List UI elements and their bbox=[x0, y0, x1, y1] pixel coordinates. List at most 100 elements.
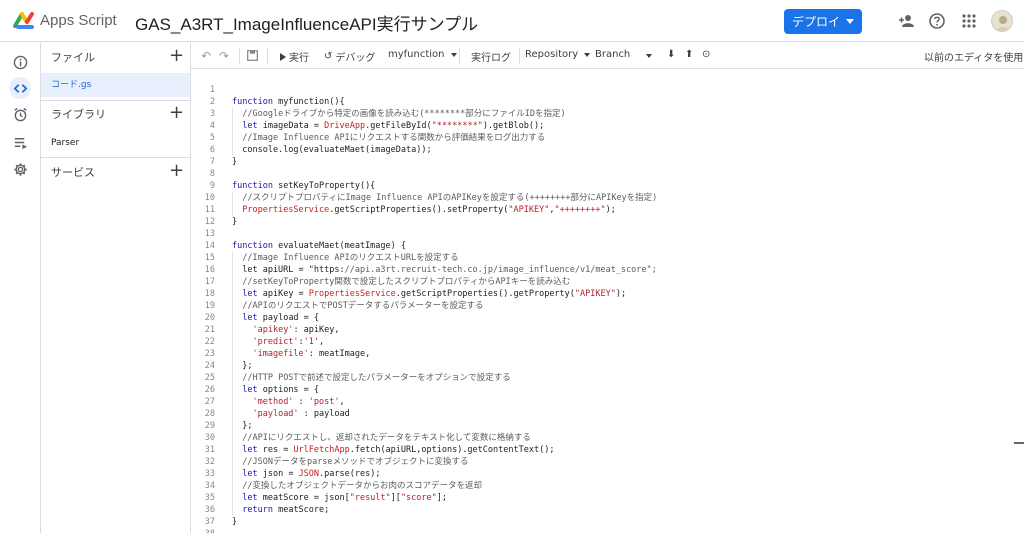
account-avatar[interactable] bbox=[991, 10, 1013, 32]
code-line[interactable]: 16 let apiURL = "https://api.a3rt.recrui… bbox=[191, 264, 1024, 276]
code-line[interactable]: 15 //Image Influence APIのリクエストURLを設定する bbox=[191, 252, 1024, 264]
line-number: 2 bbox=[209, 97, 215, 107]
line-number: 5 bbox=[209, 133, 215, 143]
execution-log-button[interactable]: 実行ログ bbox=[471, 49, 511, 64]
executions-icon[interactable] bbox=[9, 131, 31, 153]
code-text: return meatScore; bbox=[242, 505, 330, 515]
code-line[interactable]: 21 'apikey': apiKey, bbox=[191, 324, 1024, 336]
debug-icon: ↺ bbox=[324, 51, 333, 62]
deploy-button-label: デプロイ bbox=[791, 15, 840, 29]
code-line[interactable]: 26 let options = { bbox=[191, 384, 1024, 396]
code-line[interactable]: 1 bbox=[191, 84, 1024, 96]
code-text: 'imagefile': meatImage, bbox=[252, 349, 371, 359]
code-line[interactable]: 6 console.log(evaluateMaet(imageData)); bbox=[191, 144, 1024, 156]
code-line[interactable]: 35 let meatScore = json["result"]["score… bbox=[191, 492, 1024, 504]
services-section-header: サービス + bbox=[41, 160, 191, 184]
code-line[interactable]: 38 bbox=[191, 528, 1024, 533]
line-number: 14 bbox=[204, 241, 215, 251]
code-line[interactable]: 2 function myfunction(){ bbox=[191, 96, 1024, 108]
code-editor[interactable]: 1 2 function myfunction(){3 //Googleドライブから… bbox=[191, 84, 1024, 533]
code-line[interactable]: 3 //Googleドライブから特定の画像を読み込む(********部分にファ… bbox=[191, 108, 1024, 120]
push-icon[interactable]: ⬆ bbox=[685, 49, 693, 60]
code-text: } bbox=[232, 517, 238, 527]
line-number: 26 bbox=[204, 385, 215, 395]
line-number: 37 bbox=[204, 517, 215, 527]
code-line[interactable]: 27 'method' : 'post', bbox=[191, 396, 1024, 408]
add-library-button[interactable]: + bbox=[169, 102, 184, 124]
code-text: function myfunction(){ bbox=[232, 97, 345, 107]
branch-dropdown-icon[interactable] bbox=[646, 54, 652, 58]
code-line[interactable]: 9 function setKeyToProperty(){ bbox=[191, 180, 1024, 192]
add-file-button[interactable]: + bbox=[169, 45, 184, 67]
code-line[interactable]: 12} bbox=[191, 216, 1024, 228]
pull-icon[interactable]: ⬇ bbox=[667, 49, 675, 60]
code-line[interactable]: 4 let imageData = DriveApp.getFileById("… bbox=[191, 120, 1024, 132]
line-number: 3 bbox=[209, 109, 215, 119]
code-line[interactable]: 28 'payload' : payload bbox=[191, 408, 1024, 420]
code-line[interactable]: 24 }; bbox=[191, 360, 1024, 372]
code-text: let res = UrlFetchApp.fetch(apiURL,optio… bbox=[242, 445, 555, 455]
redo-icon[interactable]: ↷ bbox=[219, 49, 229, 63]
line-number: 10 bbox=[204, 193, 215, 203]
code-text: 'payload' : payload bbox=[252, 409, 350, 419]
apps-script-logo[interactable] bbox=[12, 10, 36, 32]
code-line[interactable]: 11 PropertiesService.getScriptProperties… bbox=[191, 204, 1024, 216]
code-line[interactable]: 5 //Image Influence APIにリクエストする関数から評価結果を… bbox=[191, 132, 1024, 144]
line-number: 38 bbox=[191, 528, 215, 533]
code-line[interactable]: 14 function evaluateMaet(meatImage) { bbox=[191, 240, 1024, 252]
use-legacy-editor-link[interactable]: 以前のエディタを使用 bbox=[924, 49, 1023, 64]
info-icon[interactable] bbox=[9, 51, 31, 73]
line-number: 21 bbox=[204, 325, 215, 335]
code-line[interactable]: 34 //変換したオブジェクトデータからお肉のスコアデータを返却 bbox=[191, 480, 1024, 492]
project-title[interactable]: GAS_A3RT_ImageInfluenceAPI実行サンプル bbox=[135, 10, 478, 35]
undo-icon[interactable]: ↶ bbox=[201, 49, 211, 63]
code-line[interactable]: 20 let payload = { bbox=[191, 312, 1024, 324]
alarm-icon[interactable] bbox=[9, 103, 31, 125]
line-number: 35 bbox=[204, 493, 215, 503]
help-icon[interactable] bbox=[928, 12, 946, 30]
code-line[interactable]: 18 let apiKey = PropertiesService.getScr… bbox=[191, 288, 1024, 300]
scrollbar-marker[interactable] bbox=[1014, 442, 1024, 444]
code-line[interactable]: 8 bbox=[191, 168, 1024, 180]
code-line[interactable]: 7} bbox=[191, 156, 1024, 168]
settings-icon[interactable] bbox=[9, 158, 31, 180]
toolbar-separator bbox=[239, 48, 240, 64]
code-line[interactable]: 23 'imagefile': meatImage, bbox=[191, 348, 1024, 360]
line-number: 25 bbox=[204, 373, 215, 383]
code-line[interactable]: 22 'predict':'1', bbox=[191, 336, 1024, 348]
git-status-icon[interactable]: ⊙ bbox=[702, 49, 710, 60]
code-text: 'apikey': apiKey, bbox=[252, 325, 340, 335]
code-icon[interactable] bbox=[9, 77, 31, 99]
code-line[interactable]: 37} bbox=[191, 516, 1024, 528]
code-text: //Image Influence APIのリクエストURLを設定する bbox=[242, 253, 459, 263]
add-person-icon[interactable] bbox=[898, 12, 916, 30]
app-name[interactable]: Apps Script bbox=[40, 12, 117, 29]
function-select[interactable]: myfunction bbox=[388, 49, 457, 60]
code-line[interactable]: 32 //JSONデータをparseメソッドでオブジェクトに変換する bbox=[191, 456, 1024, 468]
code-line[interactable]: 29 }; bbox=[191, 420, 1024, 432]
apps-grid-icon[interactable] bbox=[960, 12, 978, 30]
run-button[interactable]: 実行 bbox=[280, 49, 309, 64]
code-line[interactable]: 10 //スクリプトプロパティにImage Influence APIのAPIK… bbox=[191, 192, 1024, 204]
repository-select[interactable]: Repository bbox=[525, 49, 591, 60]
indent-guide bbox=[232, 252, 233, 516]
line-number: 31 bbox=[204, 445, 215, 455]
code-line[interactable]: 31 let res = UrlFetchApp.fetch(apiURL,op… bbox=[191, 444, 1024, 456]
code-line[interactable]: 33 let json = JSON.parse(res); bbox=[191, 468, 1024, 480]
code-line[interactable]: 25 //HTTP POSTで前述で設定したパラメーターをオプションで設定する bbox=[191, 372, 1024, 384]
code-line[interactable]: 30 //APIにリクエストし、返却されたデータをテキスト化して変数に格納する bbox=[191, 432, 1024, 444]
code-line[interactable]: 17 //setKeyToProperty関数で設定したスクリプトプロパティから… bbox=[191, 276, 1024, 288]
deploy-button[interactable]: デプロイ bbox=[784, 9, 862, 34]
save-icon[interactable] bbox=[247, 50, 258, 61]
left-nav-rail bbox=[0, 43, 41, 533]
branch-label[interactable]: Branch bbox=[595, 49, 630, 60]
add-service-button[interactable]: + bbox=[169, 160, 184, 182]
file-item[interactable]: コード.gs bbox=[41, 73, 190, 97]
code-line[interactable]: 36 return meatScore; bbox=[191, 504, 1024, 516]
top-app-bar: Apps Script GAS_A3RT_ImageInfluenceAPI実行… bbox=[0, 0, 1024, 42]
debug-button[interactable]: ↺ デバッグ bbox=[324, 49, 375, 64]
code-line[interactable]: 13 bbox=[191, 228, 1024, 240]
library-item[interactable]: Parser bbox=[41, 131, 190, 155]
line-number: 34 bbox=[204, 481, 215, 491]
code-line[interactable]: 19 //APIのリクエストでPOSTデータするパラメーターを設定する bbox=[191, 300, 1024, 312]
